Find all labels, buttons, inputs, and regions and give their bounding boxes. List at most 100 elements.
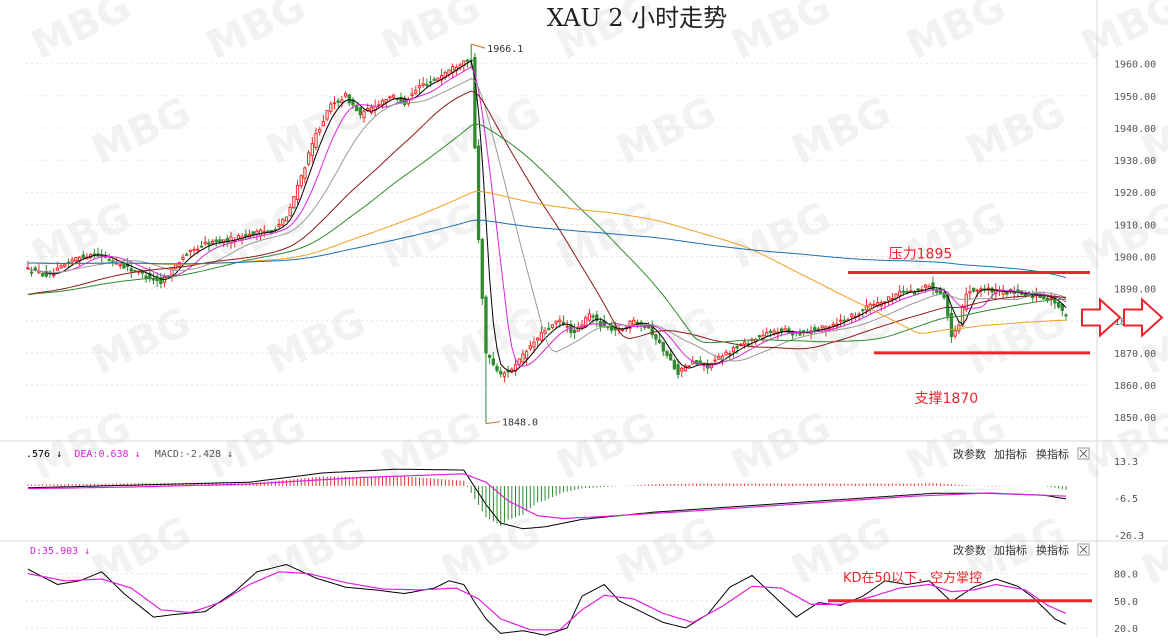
candle-up bbox=[281, 219, 285, 226]
candle-up bbox=[59, 265, 63, 269]
watermark-logo: MBG bbox=[85, 509, 198, 594]
y-tick-label: 1860.00 bbox=[1114, 381, 1156, 392]
candle-up bbox=[306, 152, 311, 165]
candle-down bbox=[129, 268, 133, 272]
macd-legend-item: MACD:-2.428 ↓ bbox=[155, 449, 233, 460]
candle-up bbox=[377, 104, 381, 107]
macd-toolbar-button-3[interactable]: 换指标 bbox=[1036, 447, 1069, 461]
kd-toolbar-button-1[interactable]: 改参数 bbox=[953, 543, 986, 557]
candle-down bbox=[572, 329, 577, 333]
y-tick-label: 1930.00 bbox=[1114, 156, 1156, 167]
candle-down bbox=[81, 254, 85, 258]
watermark-logo: MBG bbox=[610, 509, 723, 594]
y-tick-label: 1920.00 bbox=[1114, 188, 1156, 199]
candle-up bbox=[536, 337, 540, 341]
candle-up bbox=[340, 99, 344, 104]
candle-down bbox=[654, 334, 658, 340]
candle-down bbox=[244, 234, 248, 238]
y-tick-label: 1940.00 bbox=[1114, 124, 1156, 135]
low-marker-leader bbox=[485, 421, 501, 425]
candle-up bbox=[329, 103, 333, 112]
candle-up bbox=[502, 372, 507, 377]
candle-up bbox=[724, 351, 728, 356]
macd-legend-item: DEA:0.638 ↓ bbox=[74, 449, 140, 460]
kd-y-tick-label: 20.0 bbox=[1114, 624, 1138, 635]
candle-down bbox=[935, 289, 939, 293]
candle-up bbox=[728, 353, 732, 356]
candle-down bbox=[665, 351, 669, 356]
candle-up bbox=[742, 341, 747, 345]
candle-up bbox=[63, 264, 67, 268]
kd-legend-item: D:35.903 ↓ bbox=[30, 546, 90, 557]
kd-toolbar-button-2[interactable]: 加指标 bbox=[994, 543, 1027, 557]
y-tick-label: 1850.00 bbox=[1114, 413, 1156, 424]
high-marker-label: 1966.1 bbox=[487, 44, 523, 55]
candle-down bbox=[1038, 296, 1042, 299]
candle-up bbox=[303, 167, 307, 179]
candle-down bbox=[698, 360, 702, 365]
candle-down bbox=[484, 296, 488, 354]
candle-up bbox=[325, 110, 329, 120]
candle-up bbox=[196, 248, 200, 251]
watermark-layer: MBG MBG MBG MBG MBG MBG MBGMBG MBG MBG MBG MBG MBG M… bbox=[25, 0, 1168, 594]
candle-up bbox=[820, 325, 824, 329]
candle-down bbox=[931, 282, 935, 291]
candle-down bbox=[971, 287, 976, 292]
chart-canvas: MBG MBG MBG MBG MBG MBG MBGMBG MBG MBG MBG MBG MBG M… bbox=[0, 0, 1168, 637]
macd-toolbar-button-1[interactable]: 改参数 bbox=[953, 447, 986, 461]
candle-up bbox=[380, 100, 385, 106]
candle-down bbox=[499, 370, 503, 375]
candle-down bbox=[144, 275, 148, 279]
candle-up bbox=[417, 85, 422, 89]
candle-up bbox=[188, 249, 193, 252]
candle-up bbox=[957, 324, 961, 332]
candle-up bbox=[850, 313, 854, 318]
candle-up bbox=[783, 328, 787, 332]
candle-down bbox=[591, 315, 595, 318]
candle-down bbox=[358, 107, 362, 116]
candle-down bbox=[425, 83, 429, 86]
candle-down bbox=[1005, 291, 1009, 295]
candle-up bbox=[236, 235, 241, 239]
candle-up bbox=[713, 359, 717, 362]
y-tick-label: 1900.00 bbox=[1114, 252, 1156, 263]
candle-up bbox=[887, 296, 891, 302]
candle-up bbox=[314, 132, 318, 149]
macd-legend-item: .576 ↓ bbox=[26, 449, 62, 460]
dea-line bbox=[27, 473, 1067, 520]
watermark-logo: MBG bbox=[260, 509, 373, 594]
macd-toolbar-button-2[interactable]: 加指标 bbox=[994, 447, 1027, 461]
candle-up bbox=[203, 241, 207, 245]
candle-down bbox=[199, 245, 204, 248]
candle-up bbox=[181, 256, 185, 260]
watermark-logo: MBG bbox=[25, 404, 138, 489]
candle-up bbox=[964, 293, 968, 311]
macd-y-tick-label: -26.3 bbox=[1114, 531, 1144, 542]
kd-toolbar-button-3[interactable]: 换指标 bbox=[1036, 543, 1069, 557]
candle-up bbox=[838, 319, 843, 322]
kd-y-tick-label: 80.0 bbox=[1114, 570, 1138, 581]
watermark-logo: MBG bbox=[1135, 509, 1168, 594]
candle-up bbox=[192, 248, 196, 251]
candle-up bbox=[1049, 297, 1053, 300]
watermark-logo: MBG bbox=[960, 89, 1073, 174]
candle-up bbox=[550, 324, 555, 328]
watermark-logo: MBG bbox=[900, 404, 1013, 489]
candle-down bbox=[1042, 296, 1046, 300]
watermark-logo: MBG bbox=[550, 404, 663, 489]
candle-down bbox=[347, 94, 351, 104]
low-marker-label: 1848.0 bbox=[502, 418, 538, 429]
candle-down bbox=[768, 330, 773, 333]
candle-down bbox=[355, 105, 359, 112]
candle-up bbox=[968, 291, 972, 294]
candle-down bbox=[107, 258, 111, 261]
candle-up bbox=[321, 121, 326, 127]
resistance-label: 压力1895 bbox=[889, 247, 953, 263]
watermark-logo: MBG bbox=[260, 299, 373, 384]
candle-up bbox=[894, 293, 898, 299]
watermark-logo: MBG bbox=[25, 0, 138, 69]
trend-arrow-icon bbox=[1123, 297, 1164, 338]
candle-up bbox=[687, 365, 691, 368]
support-label: 支撑1870 bbox=[915, 391, 979, 407]
high-marker-leader bbox=[471, 43, 486, 49]
